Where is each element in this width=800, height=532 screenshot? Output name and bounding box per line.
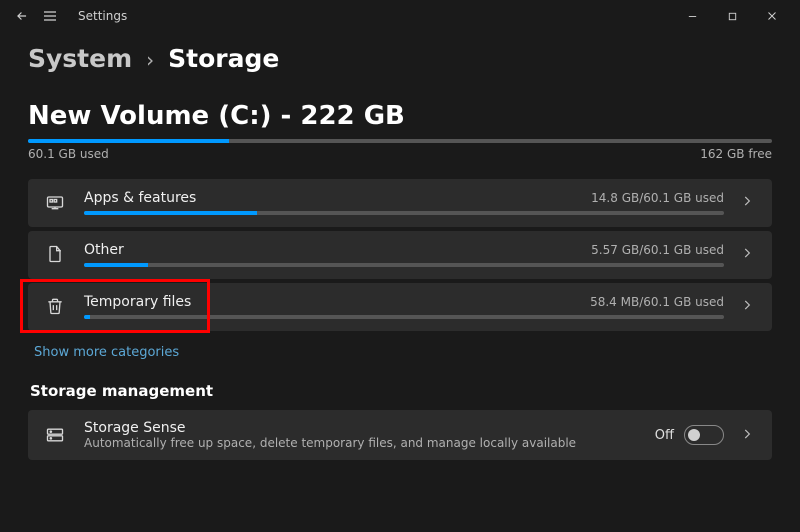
storage-sense-row[interactable]: Storage Sense Automatically free up spac… xyxy=(28,410,772,460)
storage-sense-toggle[interactable] xyxy=(684,425,724,445)
category-bar xyxy=(84,315,724,319)
drive-usage-bar xyxy=(28,139,772,143)
minimize-button[interactable] xyxy=(672,2,712,30)
category-name: Apps & features xyxy=(84,190,196,206)
breadcrumb-current: Storage xyxy=(168,44,279,73)
category-row-temporary-files[interactable]: Temporary files 58.4 MB/60.1 GB used xyxy=(28,283,772,331)
storage-sense-description: Automatically free up space, delete temp… xyxy=(84,436,639,450)
close-button[interactable] xyxy=(752,2,792,30)
chevron-icon xyxy=(740,193,754,212)
category-name: Other xyxy=(84,242,124,258)
trash-icon xyxy=(42,293,68,319)
chevron-icon xyxy=(740,426,754,445)
drive-free-label: 162 GB free xyxy=(700,147,772,161)
category-bar xyxy=(84,211,724,215)
category-row-apps-features[interactable]: Apps & features 14.8 GB/60.1 GB used xyxy=(28,179,772,227)
category-usage: 58.4 MB/60.1 GB used xyxy=(590,295,724,309)
apps-icon xyxy=(42,189,68,215)
storage-sense-toggle-label: Off xyxy=(655,428,674,443)
breadcrumb-parent[interactable]: System xyxy=(28,44,132,73)
chevron-icon xyxy=(740,245,754,264)
category-name: Temporary files xyxy=(84,294,191,310)
drive-icon xyxy=(42,422,68,448)
category-row-other[interactable]: Other 5.57 GB/60.1 GB used xyxy=(28,231,772,279)
breadcrumb: System › Storage xyxy=(28,44,772,73)
menu-button[interactable] xyxy=(36,2,64,30)
show-more-link[interactable]: Show more categories xyxy=(34,345,772,360)
breadcrumb-separator: › xyxy=(146,48,154,72)
drive-title: New Volume (C:) - 222 GB xyxy=(28,101,772,131)
category-bar xyxy=(84,263,724,267)
chevron-icon xyxy=(740,297,754,316)
storage-sense-title: Storage Sense xyxy=(84,420,639,436)
storage-management-heading: Storage management xyxy=(30,382,772,400)
category-usage: 5.57 GB/60.1 GB used xyxy=(591,243,724,257)
drive-used-label: 60.1 GB used xyxy=(28,147,109,161)
file-icon xyxy=(42,241,68,267)
maximize-button[interactable] xyxy=(712,2,752,30)
category-usage: 14.8 GB/60.1 GB used xyxy=(591,191,724,205)
window-title: Settings xyxy=(78,9,127,23)
back-button[interactable] xyxy=(8,2,36,30)
